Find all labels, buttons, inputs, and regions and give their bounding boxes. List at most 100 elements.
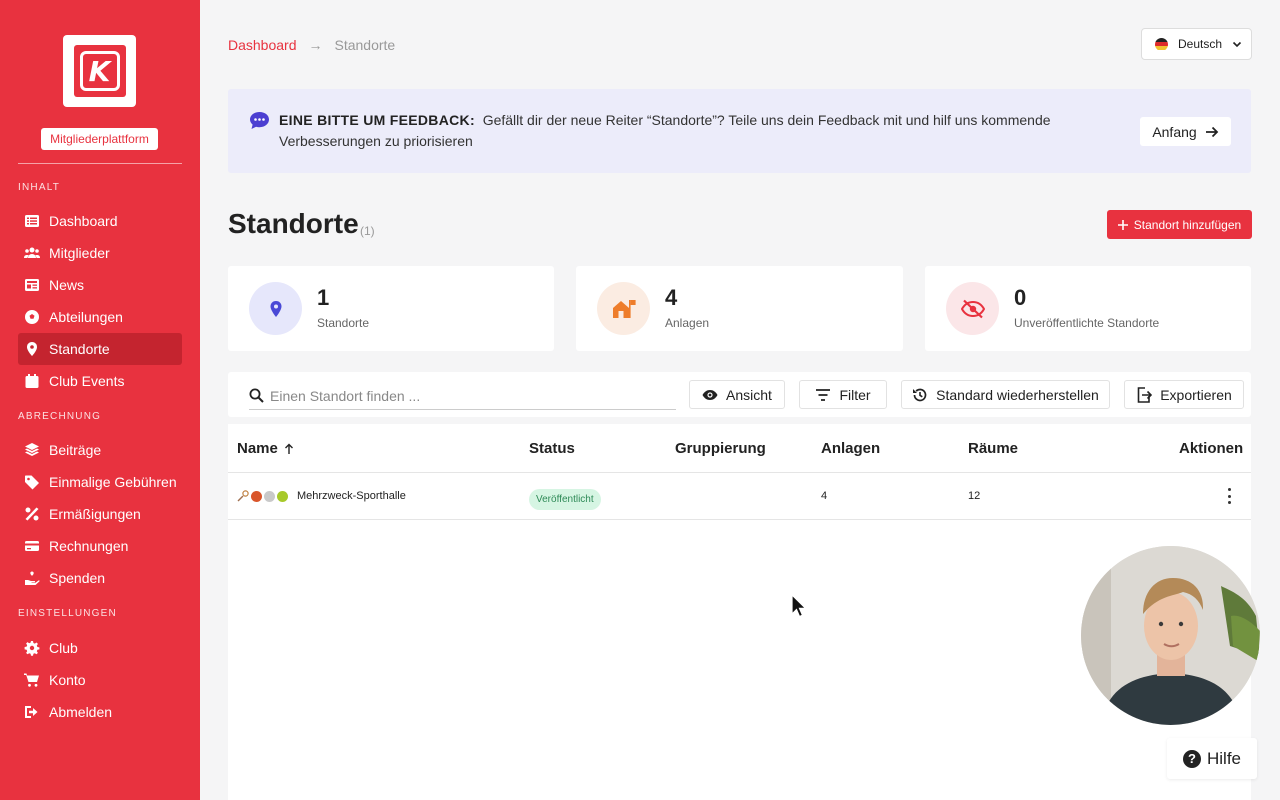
sidebar-item-dashboard[interactable]: Dashboard bbox=[18, 205, 182, 237]
sidebar-item-label: Konto bbox=[49, 672, 86, 688]
feedback-banner: EINE BITTE UM FEEDBACK: Gefällt dir der … bbox=[228, 89, 1251, 173]
stat-value: 4 bbox=[665, 285, 678, 310]
sidebar-item-abmelden[interactable]: Abmelden bbox=[18, 696, 182, 728]
logout-icon bbox=[24, 704, 40, 720]
presenter-video bbox=[1081, 546, 1260, 725]
feedback-title: EINE BITTE UM FEEDBACK: bbox=[279, 112, 475, 128]
language-label: Deutsch bbox=[1178, 37, 1223, 51]
sidebar-item-label: Club Events bbox=[49, 373, 125, 389]
mouse-cursor-icon bbox=[791, 594, 807, 618]
sidebar-item-label: News bbox=[49, 277, 85, 293]
location-name[interactable]: Mehrzweck-Sporthalle bbox=[297, 490, 406, 502]
view-label: Ansicht bbox=[726, 386, 772, 403]
gear-icon bbox=[24, 640, 40, 656]
stat-card-facilities: 4 Anlagen bbox=[576, 266, 903, 351]
search-field[interactable]: Einen Standort finden ... bbox=[249, 382, 676, 410]
feedback-start-button[interactable]: Anfang bbox=[1140, 117, 1231, 146]
tag-icon bbox=[24, 474, 40, 490]
question-icon: ? bbox=[1182, 749, 1201, 768]
column-header-facilities[interactable]: Anlagen bbox=[821, 440, 880, 457]
row-actions-menu-icon[interactable] bbox=[1226, 488, 1232, 504]
rooms-count: 12 bbox=[968, 490, 981, 502]
filter-button[interactable]: Filter bbox=[799, 380, 887, 409]
help-button[interactable]: ? Hilfe bbox=[1167, 738, 1257, 779]
breadcrumb-separator: → bbox=[308, 37, 323, 53]
language-select[interactable]: Deutsch bbox=[1141, 28, 1252, 60]
soccer-ball-icon bbox=[24, 309, 40, 325]
sidebar-item-ermaessigungen[interactable]: Ermäßigungen bbox=[18, 498, 182, 530]
sport-icons bbox=[237, 490, 288, 502]
breadcrumb-dashboard-link[interactable]: Dashboard bbox=[228, 37, 297, 53]
house-flag-icon bbox=[597, 282, 650, 335]
sidebar-divider bbox=[18, 163, 182, 164]
stat-label: Unveröffentlichte Standorte bbox=[1014, 316, 1160, 330]
column-header-status[interactable]: Status bbox=[529, 440, 575, 457]
map-pin-icon bbox=[24, 341, 40, 357]
section-label-inhalt: INHALT bbox=[18, 182, 61, 193]
table-header-divider bbox=[228, 472, 1251, 473]
column-header-rooms[interactable]: Räume bbox=[968, 440, 1018, 457]
sidebar-item-club-events[interactable]: Club Events bbox=[18, 365, 182, 397]
credit-card-icon bbox=[24, 538, 40, 554]
breadcrumb-current: Standorte bbox=[334, 37, 396, 53]
column-header-label: Name bbox=[237, 440, 278, 457]
basketball-icon bbox=[251, 490, 262, 502]
feedback-text: EINE BITTE UM FEEDBACK: Gefällt dir der … bbox=[279, 110, 1119, 152]
sidebar-item-label: Rechnungen bbox=[49, 538, 129, 554]
badminton-icon bbox=[237, 490, 249, 502]
feedback-start-label: Anfang bbox=[1152, 123, 1197, 140]
sidebar-item-rechnungen[interactable]: Rechnungen bbox=[18, 530, 182, 562]
column-header-actions: Aktionen bbox=[1179, 440, 1244, 457]
sidebar-item-club[interactable]: Club bbox=[18, 632, 182, 664]
sidebar-item-mitglieder[interactable]: Mitglieder bbox=[18, 237, 182, 269]
sidebar-item-konto[interactable]: Konto bbox=[18, 664, 182, 696]
eye-icon bbox=[702, 389, 718, 400]
sidebar-item-label: Beiträge bbox=[49, 442, 102, 458]
stat-card-locations: 1 Standorte bbox=[228, 266, 554, 351]
cart-icon bbox=[24, 672, 40, 688]
sidebar-item-label: Abmelden bbox=[49, 704, 113, 720]
column-header-name[interactable]: Name bbox=[237, 440, 294, 457]
table-toolbar: Einen Standort finden ... Ansicht Filter… bbox=[228, 372, 1251, 417]
help-label: Hilfe bbox=[1206, 748, 1241, 768]
sidebar-item-news[interactable]: News bbox=[18, 269, 182, 301]
sidebar-item-label: Standorte bbox=[49, 341, 110, 357]
sidebar-item-standorte[interactable]: Standorte bbox=[18, 333, 182, 365]
search-input[interactable]: Einen Standort finden ... bbox=[270, 388, 420, 404]
plus-icon bbox=[1117, 219, 1128, 230]
webcam-overlay bbox=[1081, 546, 1260, 725]
export-icon bbox=[1137, 386, 1153, 403]
sidebar-item-beitraege[interactable]: Beiträge bbox=[18, 434, 182, 466]
stat-value: 1 bbox=[317, 285, 330, 310]
sidebar-item-abteilungen[interactable]: Abteilungen bbox=[18, 301, 182, 333]
sidebar-item-label: Ermäßigungen bbox=[49, 506, 141, 522]
reset-defaults-button[interactable]: Standard wiederherstellen bbox=[901, 380, 1110, 409]
export-label: Exportieren bbox=[1160, 386, 1232, 403]
export-button[interactable]: Exportieren bbox=[1124, 380, 1244, 409]
history-icon bbox=[913, 388, 927, 401]
stat-label: Anlagen bbox=[665, 316, 710, 330]
sidebar-item-einmalige-gebuehren[interactable]: Einmalige Gebühren bbox=[18, 466, 182, 498]
add-location-button[interactable]: Standort hinzufügen bbox=[1107, 210, 1252, 239]
donation-hand-icon bbox=[24, 570, 40, 586]
platform-badge[interactable]: Mitgliederplattform bbox=[41, 128, 158, 150]
column-header-grouping[interactable]: Gruppierung bbox=[675, 440, 766, 457]
table-row-divider bbox=[228, 519, 1251, 520]
section-label-abrechnung: ABRECHNUNG bbox=[18, 411, 102, 422]
stat-value: 0 bbox=[1014, 285, 1027, 310]
newspaper-icon bbox=[24, 277, 40, 293]
arrow-right-icon bbox=[1205, 126, 1218, 137]
add-location-label: Standort hinzufügen bbox=[1133, 217, 1242, 232]
view-button[interactable]: Ansicht bbox=[689, 380, 785, 409]
club-logo[interactable]: K bbox=[63, 35, 136, 107]
page-count: (1) bbox=[360, 224, 375, 238]
percent-icon bbox=[24, 506, 40, 522]
volleyball-icon bbox=[264, 490, 275, 502]
page-title: Standorte bbox=[228, 208, 359, 239]
map-pin-icon bbox=[249, 282, 302, 335]
stat-label: Standorte bbox=[317, 316, 370, 330]
german-flag-icon bbox=[1155, 37, 1168, 51]
sidebar-item-spenden[interactable]: Spenden bbox=[18, 562, 182, 594]
sidebar: K Mitgliederplattform INHALT Dashboard M… bbox=[0, 0, 200, 800]
tennis-ball-icon bbox=[277, 490, 288, 502]
